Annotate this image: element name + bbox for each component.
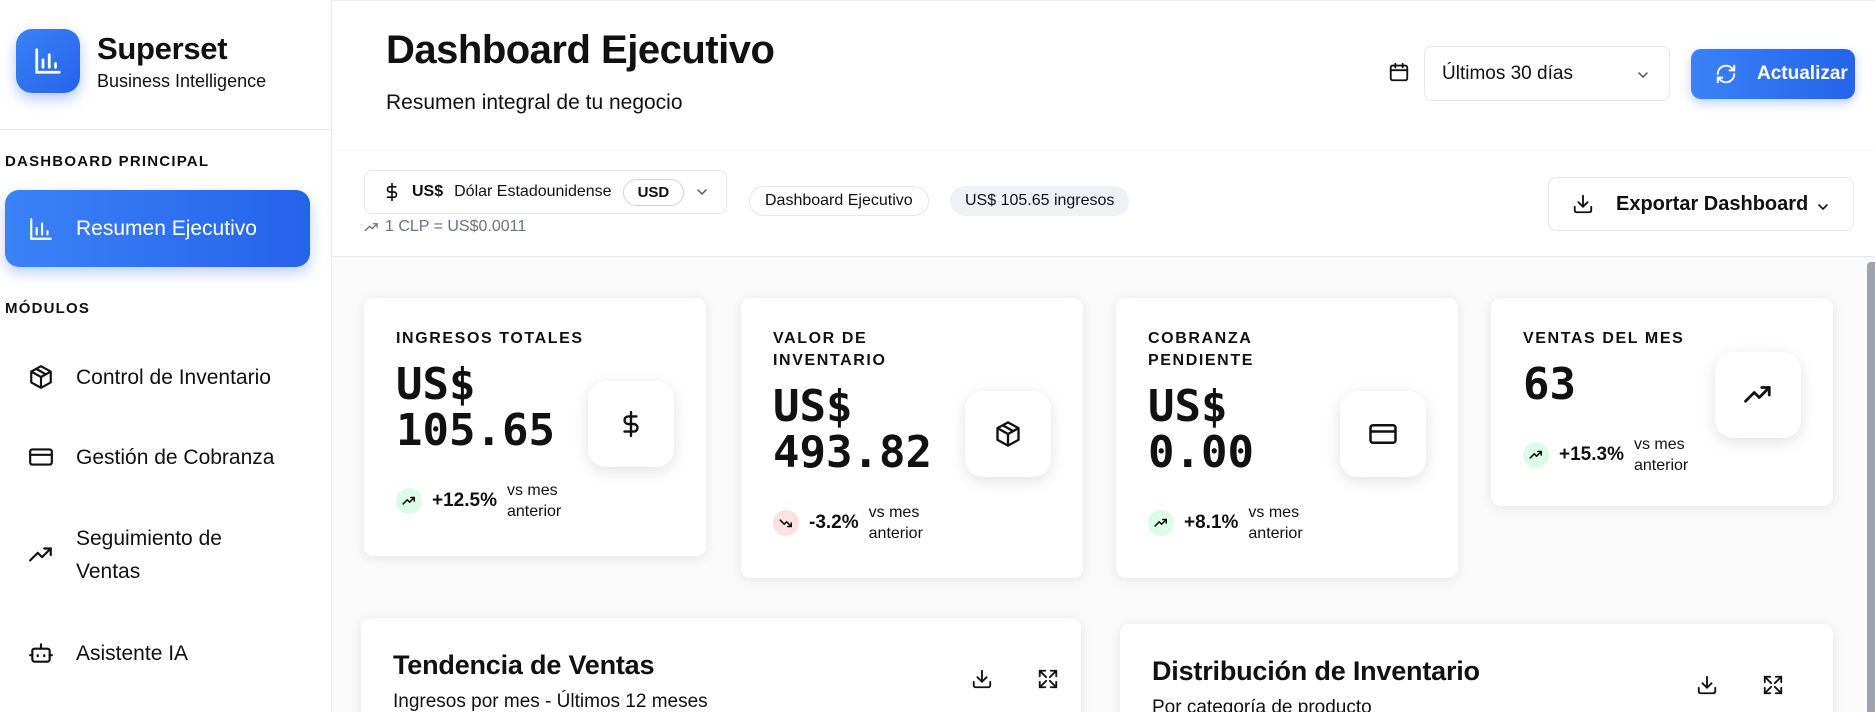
expand-icon[interactable] bbox=[1762, 674, 1784, 696]
divider bbox=[0, 129, 332, 130]
kpi-change-percent: -3.2% bbox=[809, 512, 859, 533]
kpi-change: -3.2% vs mes anterior bbox=[773, 502, 939, 544]
expand-icon[interactable] bbox=[1037, 668, 1059, 690]
trending-down-icon bbox=[773, 510, 799, 536]
bar-chart-icon bbox=[16, 29, 80, 93]
download-icon[interactable] bbox=[1696, 674, 1718, 696]
credit-card-icon bbox=[29, 448, 53, 466]
trending-up-icon bbox=[1148, 510, 1174, 536]
box-icon bbox=[965, 391, 1051, 477]
toolbar: US$ Dólar Estadounidense USD 1 CLP = US$… bbox=[333, 151, 1875, 257]
panel-title: Tendencia de Ventas bbox=[393, 650, 655, 680]
panel-subtitle: Ingresos por mes - Últimos 12 meses bbox=[393, 691, 708, 712]
sidebar-item-resumen-ejecutivo[interactable]: Resumen Ejecutivo bbox=[5, 190, 310, 267]
trending-up-icon bbox=[1523, 442, 1549, 468]
kpi-card-ventas: VENTAS DEL MES 63 +15.3% vs mes anterior bbox=[1491, 298, 1833, 506]
sales-trend-panel: Tendencia de Ventas Ingresos por mes - Ú… bbox=[361, 618, 1081, 712]
trending-up-icon bbox=[364, 222, 378, 231]
sidebar-item-label: Control de Inventario bbox=[76, 365, 271, 389]
kpi-change-caption: vs mes anterior bbox=[1248, 504, 1303, 542]
currency-select[interactable]: US$ Dólar Estadounidense USD bbox=[364, 170, 727, 214]
kpi-label: INGRESOS TOTALES bbox=[396, 330, 584, 347]
date-range-select[interactable]: Últimos 30 días bbox=[1424, 46, 1670, 101]
kpi-label: VENTAS DEL MES bbox=[1523, 330, 1685, 347]
scrollbar[interactable] bbox=[1867, 262, 1875, 712]
section-heading-main: DASHBOARD PRINCIPAL bbox=[5, 153, 210, 170]
credit-card-icon bbox=[1340, 391, 1426, 477]
sidebar-item-inventario[interactable]: Control de Inventario bbox=[5, 352, 310, 402]
dashboard-chip: Dashboard Ejecutivo bbox=[749, 186, 929, 216]
kpi-change: +8.1% vs mes anterior bbox=[1148, 502, 1318, 544]
calendar-icon bbox=[1389, 62, 1409, 82]
brand-name: Superset bbox=[97, 30, 228, 66]
bot-icon bbox=[29, 643, 53, 663]
chevron-down-icon bbox=[697, 189, 707, 196]
kpi-change-percent: +8.1% bbox=[1184, 512, 1239, 533]
trending-up-icon bbox=[1715, 352, 1801, 438]
dollar-icon bbox=[588, 381, 674, 467]
trending-up-icon bbox=[396, 488, 422, 514]
sidebar-item-ventas[interactable]: Seguimiento de Ventas bbox=[5, 522, 310, 588]
sidebar-item-asistente-ia[interactable]: Asistente IA bbox=[5, 628, 310, 678]
kpi-card-cobranza: COBRANZA PENDIENTE US$ 0.00 +8.1% vs mes… bbox=[1116, 298, 1458, 578]
kpi-label: COBRANZA PENDIENTE bbox=[1148, 330, 1254, 369]
revenue-chip: US$ 105.65 ingresos bbox=[950, 186, 1130, 216]
sidebar-item-label: Gestión de Cobranza bbox=[76, 445, 275, 469]
currency-symbol: US$ bbox=[412, 183, 444, 200]
export-label: Exportar Dashboard bbox=[1616, 192, 1809, 215]
brand[interactable]: Superset Business Intelligence bbox=[16, 29, 266, 93]
download-icon[interactable] bbox=[971, 668, 993, 690]
main-content: Dashboard Ejecutivo Resumen integral de … bbox=[333, 0, 1875, 712]
sidebar-item-label: Resumen Ejecutivo bbox=[76, 217, 257, 240]
kpi-change-percent: +15.3% bbox=[1559, 444, 1624, 465]
bar-chart-icon bbox=[30, 217, 52, 240]
section-heading-modules: MÓDULOS bbox=[5, 300, 91, 317]
kpi-change-caption: vs mes anterior bbox=[868, 504, 923, 542]
currency-code-badge: USD bbox=[622, 178, 685, 206]
inventory-distribution-panel: Distribución de Inventario Por categoría… bbox=[1120, 624, 1833, 712]
kpi-label: VALOR DE INVENTARIO bbox=[773, 330, 887, 369]
kpi-change-caption: vs mes anterior bbox=[506, 482, 562, 520]
chevron-down-icon bbox=[1818, 204, 1828, 211]
sidebar: Superset Business Intelligence DASHBOARD… bbox=[0, 0, 332, 712]
exchange-rate-text: 1 CLP = US$0.0011 bbox=[385, 218, 527, 235]
dollar-icon bbox=[386, 183, 398, 201]
download-icon bbox=[1573, 194, 1593, 214]
refresh-label: Actualizar bbox=[1757, 63, 1848, 84]
header: Dashboard Ejecutivo Resumen integral de … bbox=[333, 0, 1875, 150]
refresh-icon bbox=[1716, 64, 1736, 84]
box-icon bbox=[30, 365, 52, 389]
kpi-change-caption: vs mes anterior bbox=[1633, 436, 1689, 474]
date-range-value: Últimos 30 días bbox=[1442, 62, 1573, 84]
sidebar-item-label: Seguimiento de Ventas bbox=[76, 527, 222, 583]
kpi-change: +12.5% vs mes anterior bbox=[396, 480, 577, 522]
brand-subtitle: Business Intelligence bbox=[97, 70, 267, 91]
chevron-down-icon bbox=[1638, 72, 1648, 79]
panel-title: Distribución de Inventario bbox=[1152, 656, 1480, 686]
exchange-rate: 1 CLP = US$0.0011 bbox=[364, 218, 526, 236]
page-title: Dashboard Ejecutivo bbox=[386, 28, 775, 72]
export-dashboard-button[interactable]: Exportar Dashboard bbox=[1548, 177, 1854, 231]
panel-subtitle: Por categoría de producto bbox=[1152, 697, 1372, 712]
kpi-change-percent: +12.5% bbox=[432, 490, 497, 511]
sidebar-item-label: Asistente IA bbox=[76, 641, 189, 665]
currency-name: Dólar Estadounidense bbox=[454, 183, 612, 200]
trending-up-icon bbox=[29, 547, 52, 562]
refresh-button[interactable]: Actualizar bbox=[1691, 49, 1855, 99]
kpi-card-inventario: VALOR DE INVENTARIO US$ 493.82 -3.2% vs … bbox=[741, 298, 1083, 578]
kpi-card-ingresos: INGRESOS TOTALES US$ 105.65 +12.5% vs me… bbox=[364, 298, 706, 556]
sidebar-item-cobranza[interactable]: Gestión de Cobranza bbox=[5, 432, 310, 482]
page-subtitle: Resumen integral de tu negocio bbox=[386, 91, 683, 114]
kpi-change: +15.3% vs mes anterior bbox=[1523, 434, 1704, 476]
